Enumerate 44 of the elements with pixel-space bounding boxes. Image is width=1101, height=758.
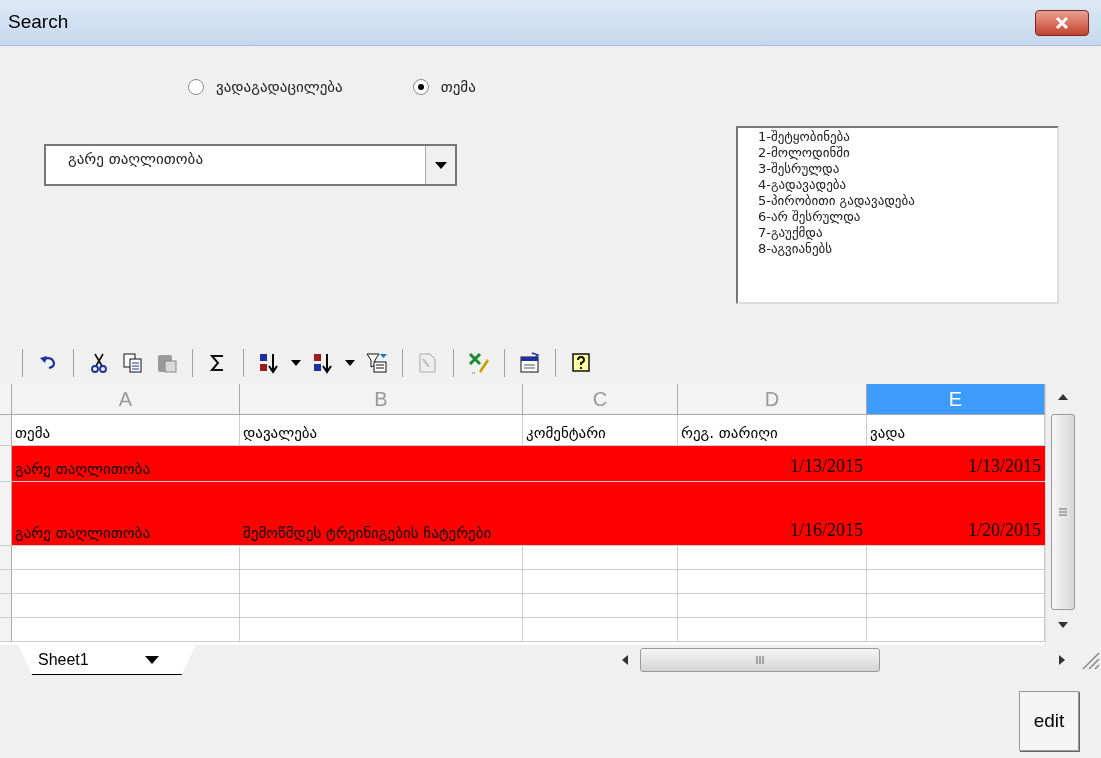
caret-icon[interactable] — [344, 359, 356, 367]
status-list-item[interactable]: 2-მოლოდინში — [758, 145, 1057, 161]
radio-label: თემა — [440, 77, 476, 98]
status-list-item[interactable]: 3-შესრულდა — [758, 161, 1057, 177]
grip-icon — [1058, 508, 1068, 516]
table-cell-text: თემა — [15, 422, 51, 444]
table-cell-text: 1/13/2015 — [968, 455, 1041, 478]
table-cell-text: გარე თაღლითობა — [15, 458, 150, 480]
radio-button[interactable] — [188, 79, 204, 96]
radio-button[interactable] — [412, 79, 429, 96]
table-cell-text: ვადა — [870, 422, 906, 444]
close-button[interactable] — [1035, 9, 1089, 36]
table-cell-text: კომენტარი — [526, 422, 606, 444]
grip-icon — [754, 655, 765, 665]
topic-dropdown[interactable]: გარე თაღლითობა — [44, 144, 457, 186]
status-list[interactable]: 1-შეტყობინება 2-მოლოდინში 3-შესრულდა 4-გადავადება 5-პირობითი გადავადება 6-არ შესრულდა 7-გაუქმდა 8-აგვიანებს — [736, 126, 1059, 304]
scroll-thumb[interactable] — [1051, 414, 1075, 610]
scroll-right-icon[interactable] — [1059, 655, 1065, 665]
edit-button[interactable]: edit — [1019, 691, 1079, 751]
filter-icon[interactable] — [364, 350, 390, 376]
table-cell-text: დავალება — [243, 422, 318, 444]
table-cell-text: გარე თაღლითობა — [15, 522, 150, 544]
status-list-item[interactable]: 5-პირობითი გადავადება — [758, 193, 1057, 209]
window-title: Search — [8, 10, 69, 35]
table-cell-text: 1/13/2015 — [790, 455, 863, 478]
scroll-up-icon[interactable] — [1058, 394, 1068, 400]
radio-label: ვადაგადაცილება — [216, 77, 343, 98]
table-cell-text: შემოწმდეს ტრეინიგების ჩატერები — [243, 522, 492, 544]
status-list-item[interactable]: 1-შეტყობინება — [758, 129, 1057, 145]
sheet-tab[interactable]: Sheet1 — [18, 645, 196, 675]
scroll-left-icon[interactable] — [621, 655, 628, 665]
table-cell-text: 1/16/2015 — [790, 519, 863, 542]
table-cell-text: რეგ. თარიღი — [681, 422, 778, 444]
spreadsheet-edit-icon[interactable] — [466, 350, 492, 376]
status-list-item[interactable]: 7-გაუქმდა — [758, 225, 1057, 241]
caret-icon[interactable] — [290, 359, 302, 367]
scroll-down-icon[interactable] — [1058, 622, 1068, 628]
status-list-item[interactable]: 4-გადავადება — [758, 177, 1057, 193]
close-icon — [1054, 15, 1070, 30]
status-list-item[interactable]: 8-აგვიანებს — [758, 241, 1057, 257]
table-cell-text: 1/20/2015 — [968, 519, 1041, 542]
scroll-thumb[interactable] — [639, 648, 880, 672]
caret-icon[interactable] — [144, 655, 159, 664]
status-list-item[interactable]: 6-არ შესრულდა — [758, 209, 1057, 225]
